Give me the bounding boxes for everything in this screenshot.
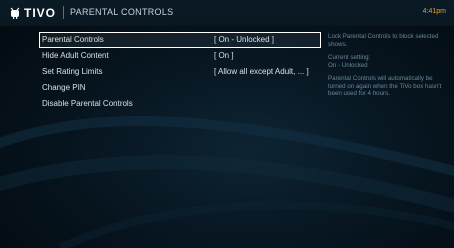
- info-note: Parental Controls will automatically be …: [328, 75, 442, 97]
- menu-item-value: [ On ]: [214, 51, 234, 60]
- tivo-screen: TIVO PARENTAL CONTROLS 4:41pm Parental C…: [0, 0, 454, 248]
- menu-item-label: Disable Parental Controls: [42, 99, 133, 108]
- menu-item-label: Change PIN: [42, 83, 86, 92]
- menu-item-disable-parental-controls[interactable]: Disable Parental Controls: [39, 96, 321, 112]
- menu-item-label: Set Rating Limits: [42, 67, 103, 76]
- menu-item-value: [ On - Unlocked ]: [214, 35, 275, 44]
- current-setting-label: Current setting:: [328, 54, 371, 61]
- menu-item-change-pin[interactable]: Change PIN: [39, 80, 321, 96]
- info-panel: Lock Parental Controls to block selected…: [328, 33, 450, 104]
- tivo-logo: TIVO: [10, 6, 56, 20]
- settings-menu: Parental Controls [ On - Unlocked ] Hide…: [39, 32, 321, 112]
- info-description: Lock Parental Controls to block selected…: [328, 33, 439, 48]
- header-divider: [63, 6, 64, 19]
- page-title: PARENTAL CONTROLS: [70, 7, 174, 17]
- clock: 4:41pm: [422, 8, 446, 15]
- menu-item-set-rating-limits[interactable]: Set Rating Limits [ Allow all except Adu…: [39, 64, 321, 80]
- menu-item-hide-adult-content[interactable]: Hide Adult Content [ On ]: [39, 48, 321, 64]
- menu-item-label: Parental Controls: [42, 35, 104, 44]
- brand-name: TIVO: [24, 6, 57, 20]
- menu-item-value: [ Allow all except Adult, ... ]: [214, 67, 309, 76]
- current-setting: Current setting: On - Unlocked: [328, 54, 450, 69]
- menu-item-parental-controls[interactable]: Parental Controls [ On - Unlocked ]: [39, 32, 321, 48]
- current-setting-value: On - Unlocked: [328, 61, 368, 69]
- menu-item-label: Hide Adult Content: [42, 51, 109, 60]
- tivo-mascot-icon: [10, 7, 20, 19]
- header-bar: TIVO PARENTAL CONTROLS 4:41pm: [0, 0, 454, 26]
